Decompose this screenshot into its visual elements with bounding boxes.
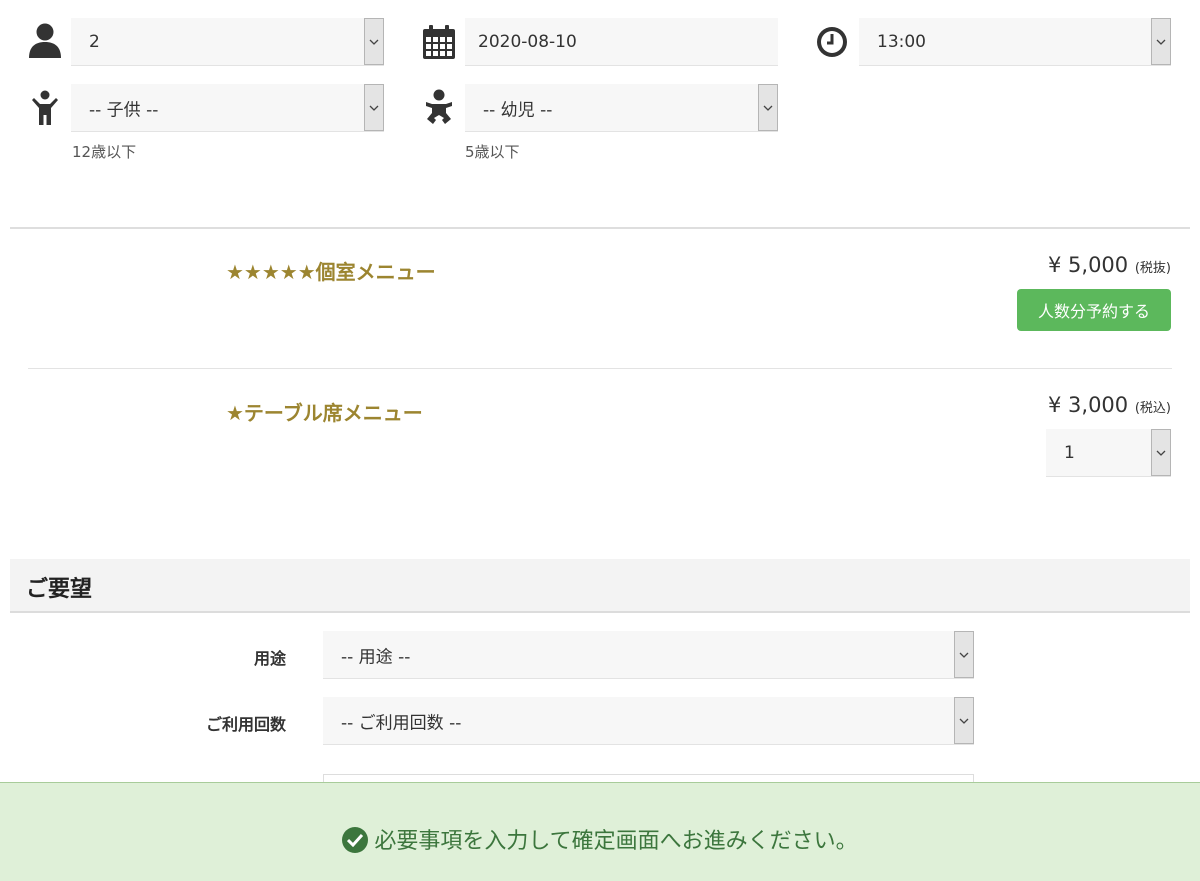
adults-select[interactable]: 2 [71,18,384,66]
purpose-select[interactable]: -- 用途 -- [323,631,974,679]
child-icon [32,90,58,125]
menu-title-private-room: ★★★★★個室メニュー [226,260,436,284]
visit-count-value: -- ご利用回数 -- [341,713,462,733]
tax-note: (税込) [1134,401,1171,416]
purpose-label: 用途 [253,649,286,668]
requests-heading: ご要望 [26,577,93,602]
divider [10,227,1190,229]
price-amount: ¥ 3,000 [1048,393,1129,417]
time-select[interactable]: 13:00 [859,18,1171,66]
children-hint: 12歳以下 [72,143,137,161]
chevron-down-icon [1151,429,1171,476]
adults-value: 2 [89,31,100,52]
chevron-down-icon [954,697,974,744]
date-input[interactable]: 2020-08-10 [465,18,778,66]
menu-title-table-seat: ★テーブル席メニュー [226,401,423,425]
person-icon [29,23,61,58]
footer-message: 必要事項を入力して確定画面へお進みください。 [374,829,858,854]
price-amount: ¥ 5,000 [1048,253,1129,277]
footer-notice: 必要事項を入力して確定画面へお進みください。 [0,782,1200,881]
children-select[interactable]: -- 子供 -- [71,84,384,132]
chevron-down-icon [364,84,384,131]
clock-icon [817,27,847,57]
book-for-party-button[interactable]: 人数分予約する [1017,289,1171,331]
check-circle-icon [342,827,369,853]
requests-section-header: ご要望 [10,559,1190,613]
calendar-icon [423,25,455,59]
quantity-value: 1 [1064,442,1075,463]
baby-icon [426,89,452,124]
infants-select[interactable]: -- 幼児 -- [465,84,778,132]
chevron-down-icon [758,84,778,131]
chevron-down-icon [954,631,974,678]
visit-count-label: ご利用回数 [205,715,286,734]
date-value: 2020-08-10 [478,31,577,52]
divider [28,368,1172,369]
chevron-down-icon [1151,18,1171,65]
infants-hint: 5歳以下 [465,143,520,161]
purpose-value: -- 用途 -- [341,647,411,667]
infants-value: -- 幼児 -- [483,100,553,120]
footer-message-row: 必要事項を入力して確定画面へお進みください。 [0,823,1200,855]
chevron-down-icon [364,18,384,65]
time-value: 13:00 [877,31,926,52]
tax-note: (税抜) [1134,261,1171,276]
quantity-select[interactable]: 1 [1046,429,1171,477]
menu-price: ¥ 3,000 (税込) [1048,393,1171,417]
visit-count-select[interactable]: -- ご利用回数 -- [323,697,974,745]
children-value: -- 子供 -- [89,100,159,120]
menu-price: ¥ 5,000 (税抜) [1048,253,1171,277]
